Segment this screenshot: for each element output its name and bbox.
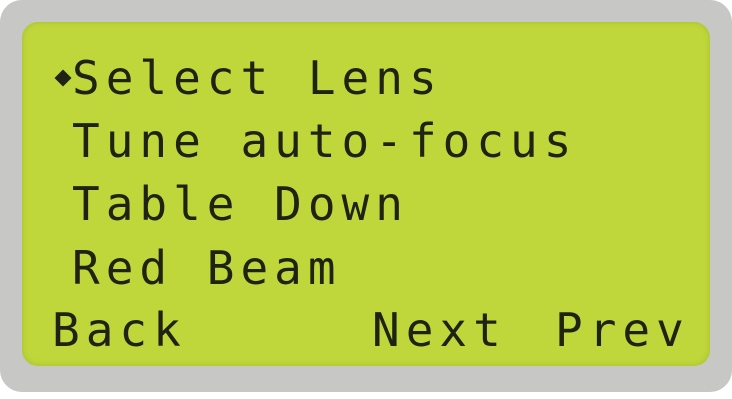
- menu-item-label: Table Down: [72, 177, 409, 231]
- menu-item-table-down[interactable]: Table Down: [54, 178, 403, 230]
- lcd-bezel: Select Lens Tune auto-focus Table Down R…: [0, 0, 732, 392]
- menu-item-label: Red Beam: [72, 241, 342, 295]
- next-softkey[interactable]: Next: [372, 304, 507, 356]
- lcd-screen: Select Lens Tune auto-focus Table Down R…: [22, 22, 710, 366]
- menu-item-tune-auto-focus[interactable]: Tune auto-focus: [54, 115, 571, 167]
- menu-item-label: Tune auto-focus: [72, 114, 578, 168]
- menu-item-red-beam[interactable]: Red Beam: [54, 242, 336, 294]
- menu-item-label: Select Lens: [72, 51, 443, 105]
- back-softkey[interactable]: Back: [52, 304, 187, 356]
- softkey-bar: Back Next Prev: [22, 304, 710, 356]
- menu-item-select-lens[interactable]: Select Lens: [54, 52, 437, 104]
- prev-softkey[interactable]: Prev: [555, 304, 690, 356]
